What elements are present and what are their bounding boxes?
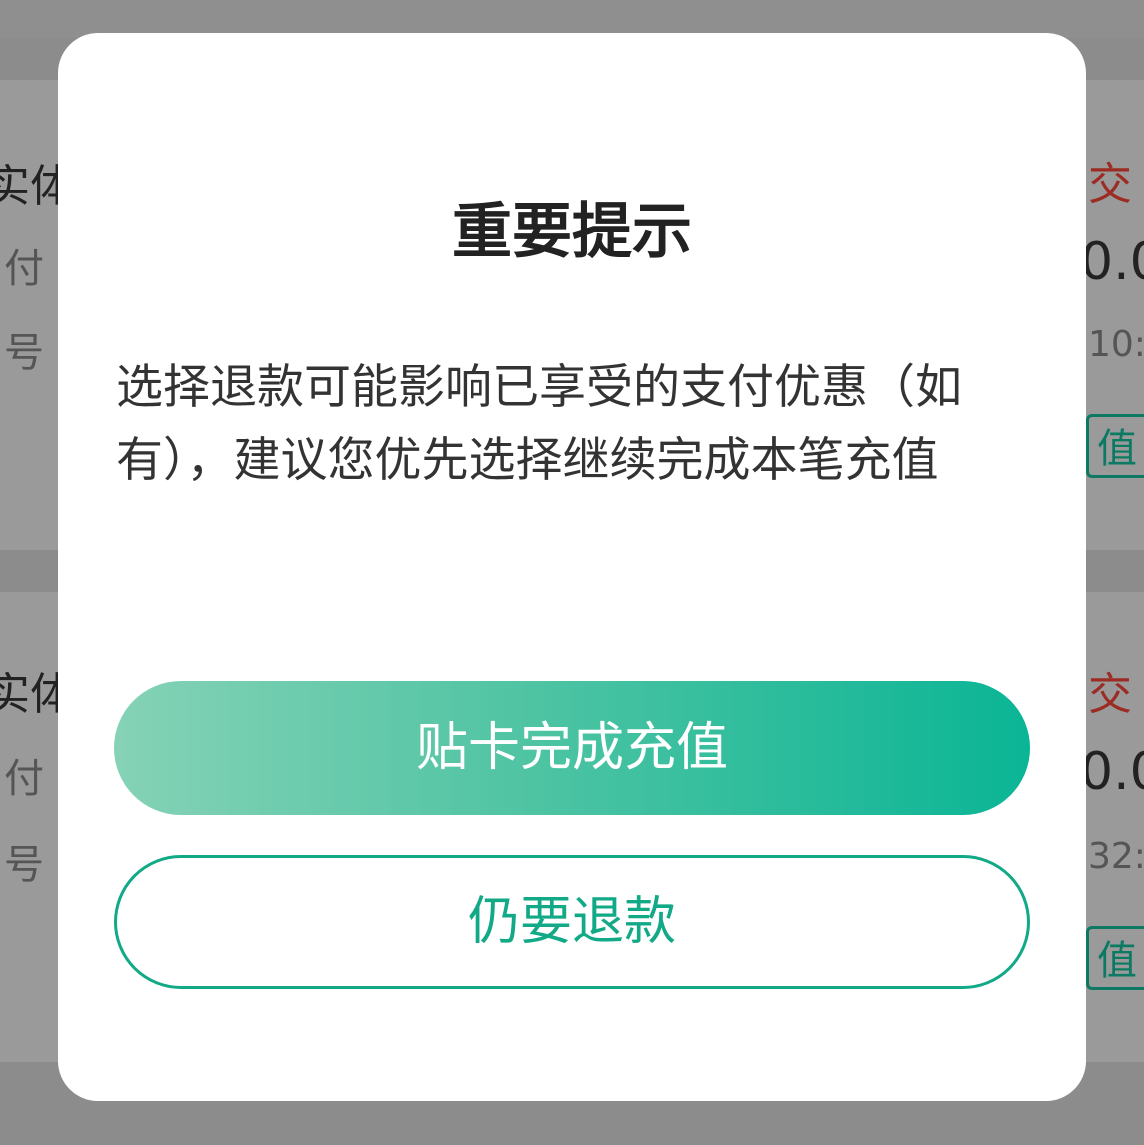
dialog-message: 选择退款可能影响已享受的支付优惠（如有），建议您优先选择继续完成本笔充值 [116,360,962,488]
item-payment: 付 [4,246,44,292]
item-number: 号 [4,330,44,376]
item-action-button[interactable]: 值 [1086,414,1144,478]
item-number: 号 [4,842,44,888]
item-action-button[interactable]: 值 [1086,926,1144,990]
refund-warning-dialog: 重要提示 选择退款可能影响已享受的支付优惠（如有），建议您优先选择继续完成本笔充… [58,33,1086,1101]
item-status: 交 [1088,159,1132,210]
complete-recharge-button[interactable]: 贴卡完成充值 [114,681,1030,815]
item-status: 交 [1088,669,1132,720]
item-payment: 付 [4,756,44,802]
dialog-title: 重要提示 [452,197,692,267]
item-time: 10: [1088,324,1144,365]
item-time: 32: [1088,836,1144,877]
item-amount: 0.0 [1080,742,1144,802]
item-amount: 0.0 [1080,232,1144,292]
continue-refund-button[interactable]: 仍要退款 [114,855,1030,989]
